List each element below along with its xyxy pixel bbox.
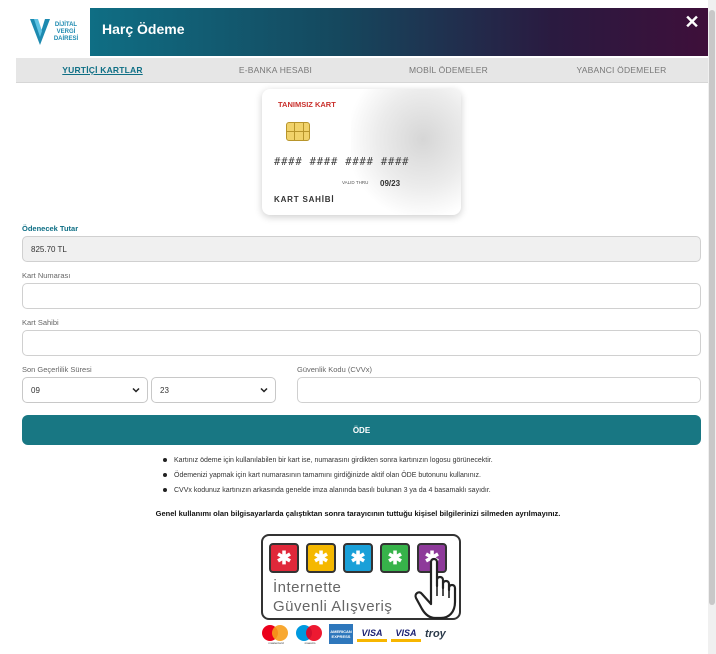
chevron-down-icon [260,387,268,393]
maestro-logo: maestro [295,624,325,645]
valid-thru-label: VALID THRU [342,180,369,185]
pay-button[interactable]: ÖDE [22,415,701,445]
valid-thru-value: 09/23 [380,179,401,188]
payment-page: DİJİTAL VERGİ DAİRESİ Harç Ödeme ✕ YURTİ… [0,0,716,654]
chevron-down-icon [132,387,140,393]
visa-logo: VISA [357,626,387,642]
payment-logos: mastercard maestro AMERICAN EXPRESS VISA… [261,622,461,646]
tab-domestic-cards[interactable]: YURTİÇİ KARTLAR [16,58,189,82]
expiry-month-value: 09 [31,385,40,395]
asterisk-tile-icon: ✱ [343,543,373,573]
card-holder-input[interactable] [22,330,701,356]
expiry-month-select[interactable]: 09 [22,377,148,403]
payment-method-tabs: YURTİÇİ KARTLAR E-BANKA HESABI MOBİL ÖDE… [16,58,708,83]
cvv-input[interactable] [297,377,701,403]
pointing-hand-icon [414,557,457,620]
security-warning: Genel kullanımı olan bilgisayarlarda çal… [155,509,561,518]
modal-header: DİJİTAL VERGİ DAİRESİ Harç Ödeme ✕ [16,8,708,56]
expiry-label: Son Geçerlilik Süresi [22,365,92,374]
card-blur-decoration [351,89,461,215]
info-item: Kartınız ödeme için kullanılabilen bir k… [160,453,610,468]
amount-field: 825.70 TL [22,236,701,262]
info-item: CVVx kodunuz kartınızın arkasında geneld… [160,483,610,498]
card-number-label: Kart Numarası [22,271,71,280]
badge-text-line1: İnternette [273,579,342,596]
asterisk-tile-icon: ✱ [306,543,336,573]
card-number-input[interactable] [22,283,701,309]
logo-text: DİJİTAL VERGİ DAİRESİ [53,21,79,42]
logo-mark-icon [29,19,50,45]
cvv-label: Güvenlik Kodu (CVVx) [297,365,373,374]
troy-logo: troy [425,628,446,640]
badge-text-line2: Güvenli Alışveriş [273,598,393,615]
tab-foreign-payments[interactable]: YABANCI ÖDEMELER [535,58,708,82]
tab-mobile-payments[interactable]: MOBİL ÖDEMELER [362,58,535,82]
card-chip-icon [286,122,310,141]
card-brand-label: TANIMSIZ KART [278,100,336,109]
close-button[interactable]: ✕ [682,12,702,32]
card-preview: TANIMSIZ KART #### #### #### #### VALID … [262,89,461,215]
asterisk-tile-icon: ✱ [269,543,299,573]
info-list: Kartınız ödeme için kullanılabilen bir k… [160,453,610,498]
scrollbar-track[interactable] [708,0,716,654]
visa-electron-logo: VISA [391,626,421,642]
mastercard-logo: mastercard [261,624,291,645]
tab-e-bank-account[interactable]: E-BANKA HESABI [189,58,362,82]
amex-logo: AMERICAN EXPRESS [329,624,353,644]
expiry-year-select[interactable]: 23 [151,377,276,403]
dijital-vergi-dairesi-logo: DİJİTAL VERGİ DAİRESİ [16,8,90,56]
info-item: Ödemenizi yapmak için kart numarasının t… [160,468,610,483]
card-holder-label: Kart Sahibi [22,318,59,327]
amount-label: Ödenecek Tutar [22,224,79,233]
modal-title: Harç Ödeme [102,21,185,37]
expiry-year-value: 23 [160,385,169,395]
header-bar: Harç Ödeme ✕ [90,8,708,56]
secure-shopping-badge: ✱ ✱ ✱ ✱ ✱ İnternette Güvenli Alışveriş [261,534,461,620]
card-holder-preview: KART SAHİBİ [274,195,335,204]
card-number-preview: #### #### #### #### [274,156,410,168]
asterisk-tile-icon: ✱ [380,543,410,573]
